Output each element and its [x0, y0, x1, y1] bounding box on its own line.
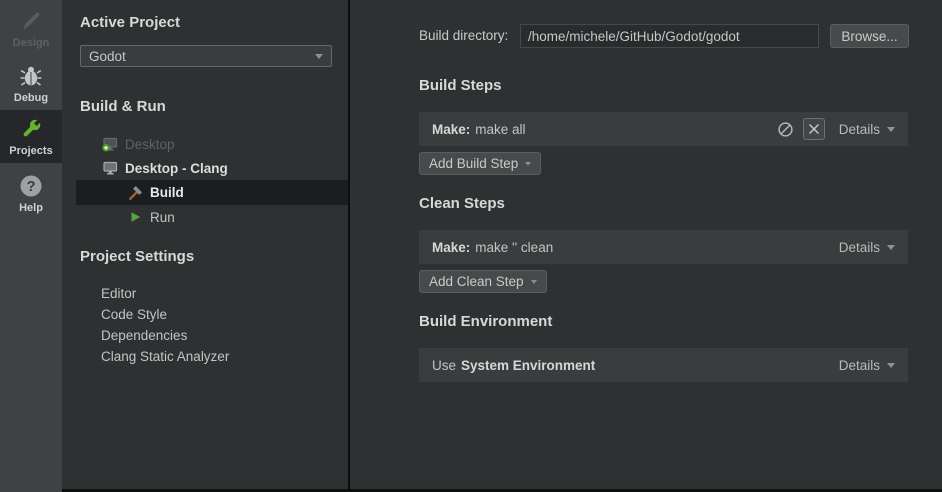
kit-item-label: Desktop - Clang: [125, 161, 228, 176]
clean-step-row: Make: make '' clean Details: [419, 230, 908, 264]
details-button[interactable]: Details: [839, 358, 895, 373]
tree-item-label: Run: [150, 210, 175, 225]
add-build-step-label: Add Build Step: [429, 156, 518, 171]
build-step-row: Make: make all Details: [419, 112, 908, 146]
hammer-icon: [127, 185, 143, 201]
projects-tree-panel: Active Project Godot Build & Run Desktop: [62, 0, 348, 492]
settings-item-label: Editor: [101, 286, 136, 301]
debug-icon: [18, 63, 44, 89]
tree-item-label: Build: [150, 185, 184, 200]
settings-item-label: Clang Static Analyzer: [101, 349, 229, 364]
help-icon: ?: [18, 173, 44, 199]
desktop-kit-add-icon: [102, 136, 118, 152]
project-settings-title: Project Settings: [80, 248, 194, 265]
chevron-down-icon: [315, 54, 323, 59]
kit-item-desktop: Desktop: [102, 132, 175, 156]
tree-item-run[interactable]: Run: [127, 205, 175, 229]
details-label: Details: [839, 358, 880, 373]
details-button[interactable]: Details: [839, 122, 895, 137]
selected-row-highlight: [76, 180, 348, 205]
env-row-prefix: Use: [432, 358, 456, 373]
active-project-title: Active Project: [80, 14, 180, 31]
active-project-select[interactable]: Godot: [80, 45, 332, 67]
details-label: Details: [839, 122, 880, 137]
svg-text:?: ?: [27, 179, 36, 195]
add-build-step-button[interactable]: Add Build Step: [419, 152, 541, 175]
remove-step-button[interactable]: [803, 118, 825, 140]
settings-item-editor[interactable]: Editor: [101, 283, 136, 304]
step-prefix: Make:: [432, 122, 470, 137]
sidebar-item-label: Debug: [14, 92, 48, 104]
build-directory-label: Build directory:: [419, 24, 508, 48]
build-environment-title: Build Environment: [419, 313, 552, 330]
step-prefix: Make:: [432, 240, 470, 255]
kit-item-label: Desktop: [125, 137, 175, 152]
settings-item-label: Code Style: [101, 307, 167, 322]
settings-item-dependencies[interactable]: Dependencies: [101, 325, 187, 346]
design-icon: [18, 8, 44, 34]
wrench-icon: [18, 116, 44, 142]
details-label: Details: [839, 240, 880, 255]
sidebar-item-label: Projects: [9, 145, 52, 157]
chevron-down-icon: [887, 245, 895, 250]
build-directory-input[interactable]: [520, 24, 819, 48]
disable-step-button[interactable]: [777, 121, 794, 138]
chevron-down-icon: [887, 127, 895, 132]
chevron-down-icon: [887, 363, 895, 368]
settings-item-label: Dependencies: [101, 328, 187, 343]
browse-button[interactable]: Browse...: [830, 24, 909, 48]
sidebar-item-label: Help: [19, 202, 43, 214]
details-button[interactable]: Details: [839, 240, 895, 255]
desktop-kit-icon: [102, 160, 118, 176]
close-icon: [808, 123, 820, 135]
sidebar-item-debug[interactable]: Debug: [0, 57, 62, 110]
run-icon: [127, 209, 143, 225]
sidebar-item-help[interactable]: ? Help: [0, 167, 62, 220]
build-environment-row: Use System Environment Details: [419, 348, 908, 382]
clean-steps-title: Clean Steps: [419, 195, 505, 212]
tree-item-build[interactable]: Build: [127, 180, 184, 205]
active-project-value: Godot: [89, 49, 315, 64]
kit-item-desktop-clang[interactable]: Desktop - Clang: [102, 156, 228, 180]
env-row-value: System Environment: [461, 358, 595, 373]
settings-item-clang-static-analyzer[interactable]: Clang Static Analyzer: [101, 346, 229, 367]
build-steps-title: Build Steps: [419, 77, 502, 94]
build-settings-panel: Build directory: Browse... Build Steps M…: [350, 0, 942, 492]
browse-button-label: Browse...: [841, 29, 897, 44]
mode-sidebar: Design Debug: [0, 0, 62, 492]
chevron-down-icon: [531, 280, 537, 284]
build-run-title: Build & Run: [80, 98, 166, 115]
add-clean-step-button[interactable]: Add Clean Step: [419, 270, 547, 293]
settings-item-code-style[interactable]: Code Style: [101, 304, 167, 325]
add-clean-step-label: Add Clean Step: [429, 274, 524, 289]
step-command: make '' clean: [475, 240, 553, 255]
chevron-down-icon: [525, 162, 531, 166]
sidebar-item-projects[interactable]: Projects: [0, 110, 62, 163]
sidebar-item-design: Design: [0, 2, 62, 55]
sidebar-item-label: Design: [13, 37, 50, 49]
step-command: make all: [475, 122, 525, 137]
